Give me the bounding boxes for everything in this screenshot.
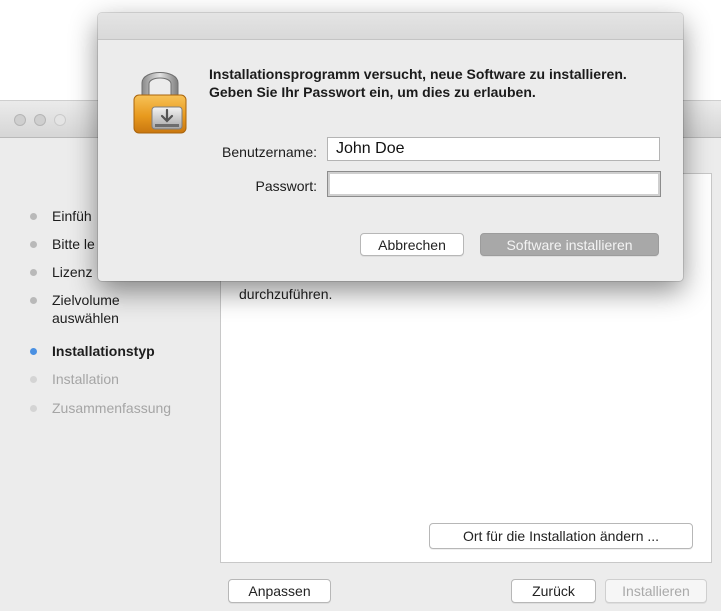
zoom-window-button[interactable] [54,114,66,126]
step-dot-icon [30,297,37,304]
sidebar-item-label: Zusammenfassung [52,400,172,416]
sidebar-item-label: Zielvolume [52,292,120,308]
sidebar-item-label: auswählen [52,310,119,326]
close-window-button[interactable] [14,114,26,126]
step-dot-icon [30,241,37,248]
customize-button[interactable]: Anpassen [228,579,331,603]
step-dot-icon [30,213,37,220]
change-location-button[interactable]: Ort für die Installation ändern ... [429,523,693,549]
cancel-button[interactable]: Abbrechen [360,233,464,256]
content-text: durchzuführen. [239,286,333,302]
sidebar-item-label: Bitte le [52,236,95,252]
step-dot-icon [30,376,37,383]
lock-icon [133,72,187,134]
sidebar-item-label: Installationstyp [52,343,155,359]
back-button[interactable]: Zurück [511,579,596,603]
username-field[interactable] [327,137,660,161]
username-label: Benutzername: [222,144,317,160]
sidebar-item-label: Installation [52,371,119,387]
install-software-button[interactable]: Software installieren [480,233,659,256]
dialog-message: Installationsprogramm versucht, neue Sof… [209,66,627,100]
step-dot-icon [30,269,37,276]
dialog-title-bar [98,13,683,40]
sidebar-item-label: Einfüh [52,208,92,224]
install-button[interactable]: Installieren [605,579,707,603]
step-dot-icon [30,348,37,355]
sidebar-item-label: Lizenz [52,264,93,280]
authentication-dialog: Installationsprogramm versucht, neue Sof… [98,13,683,281]
password-field[interactable] [327,171,661,197]
password-label: Passwort: [255,178,317,194]
step-dot-icon [30,405,37,412]
minimize-window-button[interactable] [34,114,46,126]
